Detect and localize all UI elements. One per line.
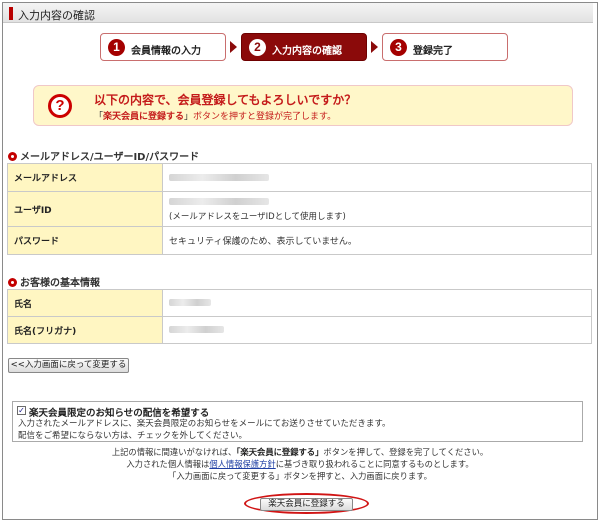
confirm-button-name: 楽天会員に登録する [103,112,185,122]
submit-highlight-circle: 楽天会員に登録する [244,493,369,514]
step-input: 1 会員情報の入力 [100,33,226,61]
register-button[interactable]: 楽天会員に登録する [260,498,353,511]
row-label: ユーザID [7,191,163,227]
password-value: セキュリティ保護のため、表示していません。 [162,226,592,255]
section-title: お客様の基本情報 [20,278,100,289]
footer-text: に基づき取り扱われることに同意するものとします。 [275,459,474,469]
confirm-instruction-rest: ボタンを押すと登録が完了します。 [193,112,337,122]
newsletter-description: 入力されたメールアドレスに、楽天会員限定のお知らせをメールにてお送りさせていただ… [18,419,391,429]
footer-text: 上記の情報に間違いがなければ、 [111,447,237,457]
bullet-icon [8,278,17,287]
footer-line-1: 上記の情報に間違いがなければ、「楽天会員に登録する」ボタンを押して、登録を完了し… [0,446,600,458]
account-info-table: メールアドレス ユーザID (メールアドレスをユーザIDとして使用します) パス… [7,163,592,255]
row-label: パスワード [7,226,163,255]
kana-value [162,316,592,344]
footer-text: ボタンを押して、登録を完了してください。 [323,447,489,457]
privacy-policy-link[interactable]: 個人情報保護方針 [209,459,275,469]
footer-instructions: 上記の情報に間違いがなければ、「楽天会員に登録する」ボタンを押して、登録を完了し… [0,446,600,482]
newsletter-optout-note: 配信をご希望にならない方は、チェックを外してください。 [18,431,247,441]
masked-kana [169,326,224,333]
page-title: 入力内容の確認 [18,9,95,22]
quote-close: 」 [184,112,194,122]
row-label: 氏名(フリガナ) [7,316,163,344]
step-confirm: 2 入力内容の確認 [241,33,367,61]
section-title: メールアドレス/ユーザーID/パスワード [20,152,200,163]
userid-note: (メールアドレスをユーザIDとして使用します) [169,211,346,222]
section-header-account: メールアドレス/ユーザーID/パスワード [8,148,199,163]
footer-line-2: 入力された個人情報は個人情報保護方針に基づき取り扱われることに同意するものとしま… [0,458,600,470]
step-number: 2 [249,39,266,56]
footer-text: 入力された個人情報は [126,459,210,469]
table-row: パスワード セキュリティ保護のため、表示していません。 [7,226,592,255]
step-arrow-icon [371,41,378,53]
question-icon: ? [48,94,72,118]
step-label: 入力内容の確認 [272,46,342,57]
table-row: 氏名 [7,289,592,317]
row-label: メールアドレス [7,163,163,192]
page-header: 入力内容の確認 [3,3,593,23]
table-row: ユーザID (メールアドレスをユーザIDとして使用します) [7,191,592,227]
quote-open: 「 [94,112,104,122]
footer-line-3: 「入力画面に戻って変更する」ボタンを押すと、入力画面に戻ります。 [168,471,432,481]
table-row: メールアドレス [7,163,592,192]
header-accent-bar [9,7,13,20]
progress-steps: 1 会員情報の入力 2 入力内容の確認 3 登録完了 [100,33,510,61]
masked-userid [169,197,269,205]
newsletter-optin-box: ✓ 楽天会員限定のお知らせの配信を希望する 入力されたメールアドレスに、楽天会員… [12,401,583,442]
masked-email [169,173,269,181]
newsletter-checkbox[interactable]: ✓ [17,406,26,415]
step-label: 会員情報の入力 [131,46,201,57]
confirm-message-box: ? 以下の内容で、会員登録してもよろしいですか？ 「楽天会員に登録する」ボタンを… [33,85,573,126]
row-label: 氏名 [7,289,163,317]
bullet-icon [8,152,17,161]
email-value [162,163,592,192]
footer-button-name: 「楽天会員に登録する」 [236,447,324,457]
basic-info-table: 氏名 氏名(フリガナ) [7,289,592,344]
step-label: 登録完了 [413,46,453,57]
page-frame [2,2,598,520]
masked-name [169,299,211,306]
step-number: 3 [390,39,407,56]
name-value [162,289,592,317]
confirm-question: 以下の内容で、会員登録してもよろしいですか？ [94,93,357,107]
back-to-edit-button[interactable]: <<入力画面に戻って変更する [8,358,129,373]
step-number: 1 [108,39,125,56]
step-arrow-icon [230,41,237,53]
section-header-basic-info: お客様の基本情報 [8,274,100,289]
userid-value: (メールアドレスをユーザIDとして使用します) [162,191,592,227]
step-complete: 3 登録完了 [382,33,508,61]
confirm-instruction: 「楽天会員に登録する」ボタンを押すと登録が完了します。 [94,109,336,122]
table-row: 氏名(フリガナ) [7,316,592,344]
